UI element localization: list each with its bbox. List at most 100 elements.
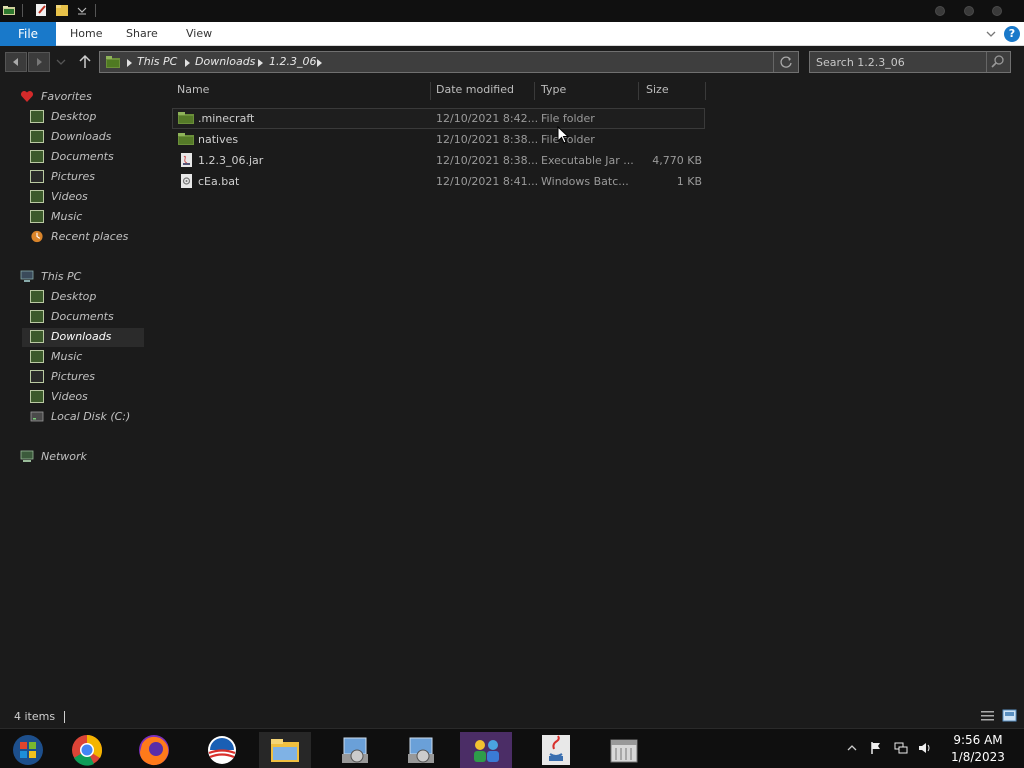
start-orb-icon — [13, 735, 43, 765]
address-bar[interactable]: This PC Downloads 1.2.3_06 — [99, 51, 799, 73]
up-arrow-icon[interactable] — [78, 54, 92, 70]
folder-icon — [178, 133, 194, 145]
file-type: Windows Batc... — [541, 175, 629, 188]
file-row[interactable]: .minecraft 12/10/2021 8:42... File folde… — [172, 108, 705, 129]
breadcrumb-chevron-icon[interactable] — [185, 59, 190, 67]
obama-logo-icon — [208, 736, 236, 764]
item-count-status: 4 items — [14, 710, 56, 723]
file-date: 12/10/2021 8:41... — [436, 175, 539, 188]
java-icon — [542, 735, 570, 765]
nav-item-label: Desktop — [51, 290, 97, 303]
column-divider[interactable] — [705, 82, 706, 100]
status-separator — [64, 711, 65, 723]
volume-icon[interactable] — [918, 741, 932, 755]
search-button[interactable] — [986, 52, 1010, 72]
network-tray-icon[interactable] — [894, 741, 908, 755]
close-button[interactable] — [992, 6, 1002, 16]
column-header-size[interactable]: Size — [646, 83, 669, 97]
pictures-icon — [30, 370, 44, 383]
jar-file-icon — [181, 153, 192, 167]
column-header-date[interactable]: Date modified — [436, 83, 514, 97]
system-clock[interactable]: 9:56 AM 1/8/2023 — [944, 732, 1012, 766]
taskbar-file-explorer[interactable] — [259, 732, 311, 768]
archive-icon — [610, 739, 638, 763]
recent-locations-chevron-icon[interactable] — [55, 57, 67, 67]
file-type: File folder — [541, 112, 595, 125]
forward-arrow-icon — [37, 58, 42, 66]
taskbar-obama-logo-app[interactable] — [196, 732, 248, 768]
clock-date: 1/8/2023 — [951, 750, 1005, 764]
desktop-icon — [30, 110, 44, 123]
taskbar-archive-app[interactable] — [598, 732, 650, 768]
tab-share[interactable]: Share — [126, 22, 158, 46]
nav-item-label: Downloads — [51, 130, 112, 143]
file-row[interactable]: cEa.bat 12/10/2021 8:41... Windows Batc.… — [172, 171, 705, 192]
favorites-heart-icon — [20, 90, 34, 102]
folder-icon — [178, 112, 194, 124]
help-icon[interactable]: ? — [1004, 26, 1020, 42]
search-box[interactable] — [809, 51, 1011, 73]
nav-item-label: Pictures — [51, 370, 96, 383]
column-divider[interactable] — [534, 82, 535, 100]
tab-home[interactable]: Home — [70, 22, 102, 46]
search-input[interactable] — [816, 54, 986, 70]
properties-icon[interactable] — [34, 3, 48, 17]
new-folder-icon[interactable] — [55, 3, 69, 17]
breadcrumb-downloads[interactable]: Downloads — [195, 55, 255, 68]
forward-button[interactable] — [28, 52, 50, 72]
videos-icon — [30, 190, 44, 203]
installer-icon — [408, 737, 434, 763]
refresh-button[interactable] — [773, 52, 798, 72]
tab-view[interactable]: View — [186, 22, 212, 46]
nav-item-label: Music — [51, 350, 83, 363]
column-divider[interactable] — [430, 82, 431, 100]
folder-app-icon[interactable] — [2, 3, 16, 17]
file-name: natives — [198, 133, 239, 146]
start-button[interactable] — [2, 732, 54, 768]
batch-file-icon — [181, 174, 192, 188]
taskbar-installer-1[interactable] — [330, 732, 382, 768]
nav-item-label: Videos — [51, 190, 88, 203]
music-icon — [30, 210, 44, 223]
refresh-icon — [780, 56, 792, 68]
installer-icon — [342, 737, 368, 763]
quick-access-separator — [22, 4, 23, 17]
file-row[interactable]: natives 12/10/2021 8:38... File folder — [172, 129, 705, 150]
mouse-cursor-icon — [557, 126, 569, 144]
taskbar-chrome[interactable] — [61, 732, 113, 768]
breadcrumb-chevron-icon[interactable] — [317, 59, 322, 67]
column-divider[interactable] — [638, 82, 639, 100]
tab-file[interactable]: File — [0, 22, 56, 46]
details-view-icon[interactable] — [980, 709, 995, 722]
pictures-icon — [30, 170, 44, 183]
nav-item-label: Pictures — [51, 170, 96, 183]
taskbar: 9:56 AM 1/8/2023 — [0, 728, 1024, 768]
action-center-flag-icon[interactable] — [869, 741, 883, 755]
navigation-bar: This PC Downloads 1.2.3_06 — [0, 47, 1024, 77]
file-row[interactable]: 1.2.3_06.jar 12/10/2021 8:38... Executab… — [172, 150, 705, 171]
desktop-icon — [30, 290, 44, 303]
minimize-button[interactable] — [935, 6, 945, 16]
large-icons-view-icon[interactable] — [1002, 709, 1017, 722]
customize-quick-access-icon[interactable] — [75, 3, 89, 17]
ribbon-tabs: File Home Share View ? — [0, 22, 1024, 46]
nav-this-pc-label: This PC — [41, 270, 82, 283]
column-header-name[interactable]: Name — [177, 83, 209, 97]
file-name: 1.2.3_06.jar — [198, 154, 264, 167]
taskbar-java[interactable] — [530, 732, 582, 768]
breadcrumb-current-folder[interactable]: 1.2.3_06 — [269, 55, 317, 68]
maximize-button[interactable] — [964, 6, 974, 16]
show-hidden-icons-chevron-icon[interactable] — [845, 741, 859, 755]
taskbar-firefox[interactable] — [128, 732, 180, 768]
nav-item-label: Local Disk (C:) — [51, 410, 131, 423]
people-icon — [474, 740, 499, 762]
breadcrumb-this-pc[interactable]: This PC — [137, 55, 177, 68]
back-button[interactable] — [5, 52, 27, 72]
taskbar-installer-2[interactable] — [396, 732, 448, 768]
taskbar-people-app[interactable] — [460, 732, 512, 768]
column-header-type[interactable]: Type — [541, 83, 566, 97]
breadcrumb-chevron-icon[interactable] — [258, 59, 263, 67]
file-type: Executable Jar ... — [541, 154, 634, 167]
breadcrumb-chevron-icon[interactable] — [127, 59, 132, 67]
expand-ribbon-chevron-icon[interactable] — [984, 27, 998, 41]
